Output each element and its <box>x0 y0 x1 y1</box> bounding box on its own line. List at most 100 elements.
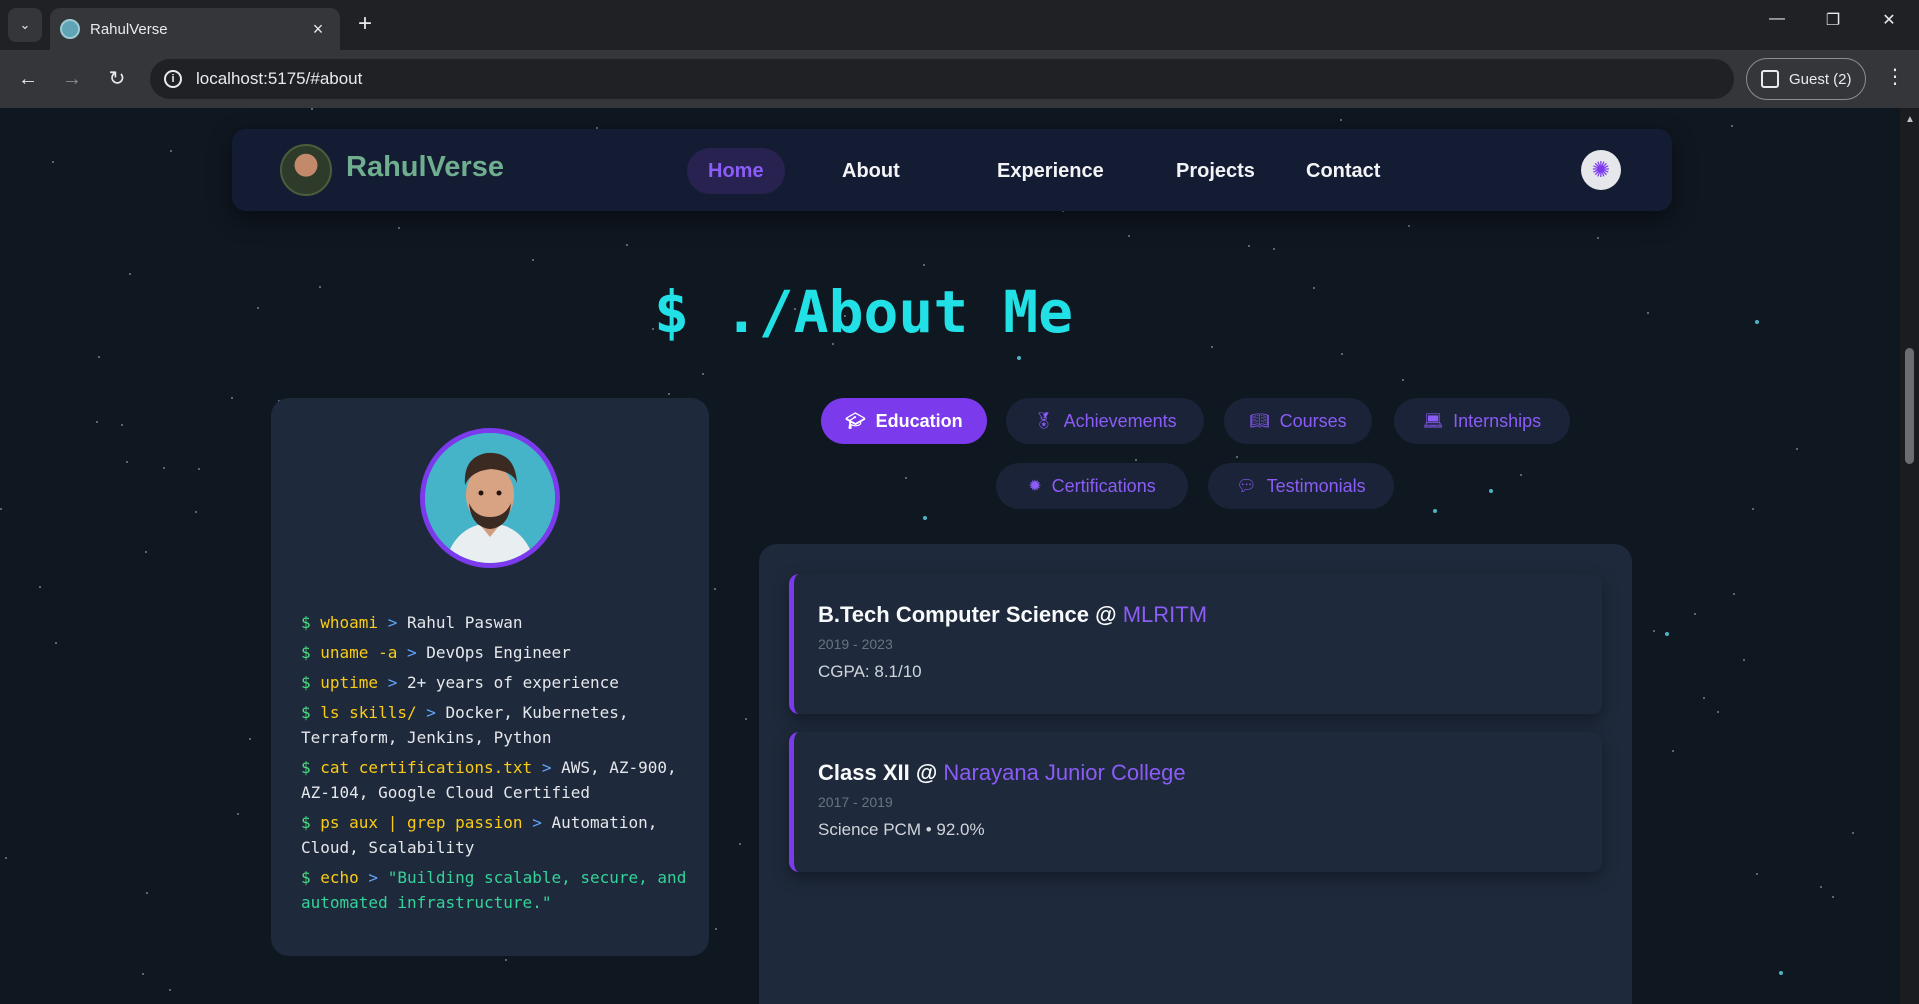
terminal-command: ls skills/ <box>320 703 417 722</box>
star <box>505 959 507 961</box>
tab-education[interactable]: 🎓︎ Education <box>821 398 987 444</box>
new-tab-button[interactable]: + <box>352 12 378 38</box>
degree: Class XII <box>818 760 910 785</box>
browser-tab[interactable]: RahulVerse × <box>50 8 340 50</box>
star <box>5 857 7 859</box>
site-info-icon[interactable]: i <box>164 70 182 88</box>
logo-avatar[interactable] <box>280 144 332 196</box>
star <box>249 738 251 740</box>
tab-internships[interactable]: 💻︎ Internships <box>1394 398 1570 444</box>
prompt-symbol: $ <box>301 868 321 887</box>
star <box>1796 448 1798 450</box>
brand-name[interactable]: RahulVerse <box>346 151 504 184</box>
degree: B.Tech Computer Science <box>818 602 1089 627</box>
institution-link[interactable]: Narayana Junior College <box>943 760 1185 785</box>
nav-experience[interactable]: Experience <box>976 148 1125 194</box>
theme-toggle-button[interactable]: ✺ <box>1581 150 1621 190</box>
star <box>142 973 144 975</box>
profile-avatar <box>420 428 560 568</box>
star <box>52 161 54 163</box>
education-item: Class XII @ Narayana Junior College 2017… <box>789 732 1602 872</box>
star <box>714 588 716 590</box>
badge-icon: ✹ <box>1028 478 1042 495</box>
star <box>745 718 747 720</box>
tab-achievements[interactable]: 🏅︎ Achievements <box>1006 398 1204 444</box>
terminal-command: uptime <box>320 673 379 692</box>
minimize-button[interactable]: — <box>1757 10 1797 28</box>
close-window-button[interactable]: ✕ <box>1869 10 1909 30</box>
tab-courses[interactable]: 📖︎ Courses <box>1224 398 1372 444</box>
star <box>1731 125 1733 127</box>
star <box>626 244 628 246</box>
nav-contact[interactable]: Contact <box>1285 148 1401 194</box>
scroll-up-arrow[interactable]: ▲ <box>1905 114 1915 125</box>
prompt-symbol: $ <box>301 673 321 692</box>
star <box>1236 456 1238 458</box>
education-detail: Science PCM • 92.0% <box>818 820 985 839</box>
star <box>39 586 41 588</box>
scroll-thumb[interactable] <box>1905 348 1914 464</box>
back-button[interactable]: ← <box>13 64 43 94</box>
star <box>170 150 172 152</box>
address-bar[interactable]: i localhost:5175/#about <box>150 59 1734 99</box>
terminal-line: $ ps aux | grep passion > Automation, Cl… <box>301 810 691 860</box>
star <box>195 511 197 513</box>
tab-certifications-label: Certifications <box>1051 475 1156 496</box>
star <box>1672 750 1674 752</box>
star <box>1135 459 1137 461</box>
profile-icon <box>1761 70 1779 88</box>
star <box>923 264 925 266</box>
tab-courses-label: Courses <box>1279 410 1347 431</box>
star <box>1017 356 1021 360</box>
browser-tab-bar: ⌄ RahulVerse × + — ❐ ✕ <box>0 0 1919 50</box>
restore-button[interactable]: ❐ <box>1813 10 1853 30</box>
url-text: localhost:5175/#about <box>196 69 363 88</box>
terminal-command: cat certifications.txt <box>320 758 533 777</box>
star <box>1832 896 1834 898</box>
star <box>163 467 165 469</box>
arrow-symbol: > <box>378 673 407 692</box>
tab-testimonials[interactable]: 💬︎ Testimonials <box>1208 463 1394 509</box>
profile-button[interactable]: Guest (2) <box>1746 58 1866 100</box>
tab-search-button[interactable]: ⌄ <box>8 8 42 42</box>
favicon-icon <box>60 19 80 39</box>
star <box>398 227 400 229</box>
star <box>145 551 147 553</box>
nav-projects[interactable]: Projects <box>1155 148 1276 194</box>
tab-education-label: Education <box>875 410 963 431</box>
profile-card: $ whoami > Rahul Paswan $ uname -a > DevO… <box>271 398 709 956</box>
at-symbol: @ <box>915 760 938 785</box>
nav-home[interactable]: Home <box>687 148 785 194</box>
close-tab-icon[interactable]: × <box>306 19 330 40</box>
star <box>198 468 200 470</box>
star <box>231 397 233 399</box>
star <box>1665 632 1669 636</box>
terminal-line: $ cat certifications.txt > AWS, AZ-900, … <box>301 755 691 805</box>
star <box>1597 237 1599 239</box>
star <box>96 421 98 423</box>
page-scrollbar[interactable]: ▲ <box>1900 108 1919 1004</box>
star <box>1694 613 1696 615</box>
education-years: 2019 - 2023 <box>818 636 893 652</box>
nav-about[interactable]: About <box>821 148 921 194</box>
star <box>1703 697 1705 699</box>
arrow-symbol: > <box>358 868 388 887</box>
arrow-symbol: > <box>397 643 427 662</box>
star <box>923 516 927 520</box>
site-navbar: RahulVerse Home About Experience Project… <box>232 129 1672 211</box>
arrow-symbol: > <box>416 703 446 722</box>
star <box>1340 119 1342 121</box>
reload-button[interactable]: ↻ <box>102 64 132 94</box>
browser-menu-icon[interactable]: ⋮ <box>1880 64 1910 89</box>
terminal-output: 2+ years of experience <box>406 673 619 692</box>
star <box>905 477 907 479</box>
star <box>126 461 128 463</box>
terminal-line: $ echo > "Building scalable, secure, and… <box>301 865 691 915</box>
terminal-command: uname -a <box>320 643 398 662</box>
terminal-line: $ ls skills/ > Docker, Kubernetes, Terra… <box>301 700 691 750</box>
tab-certifications[interactable]: ✹ Certifications <box>996 463 1188 509</box>
page-viewport: RahulVerse Home About Experience Project… <box>0 108 1900 1004</box>
prompt-symbol: $ <box>301 703 321 722</box>
forward-button[interactable]: → <box>57 64 87 94</box>
institution-link[interactable]: MLRITM <box>1123 602 1207 627</box>
